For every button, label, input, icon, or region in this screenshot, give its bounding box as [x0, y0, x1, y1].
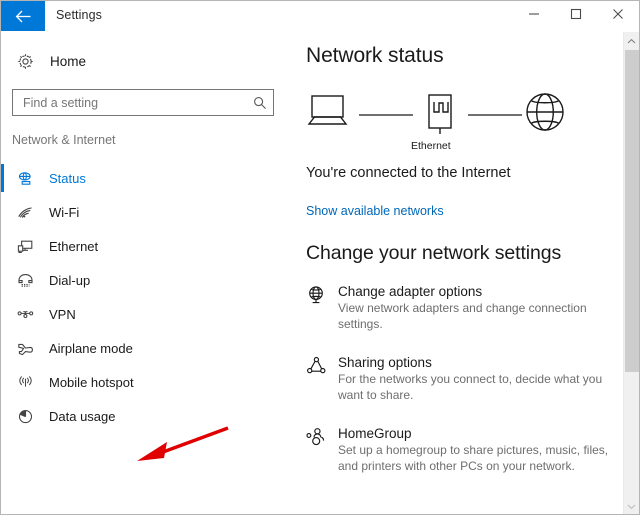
minimize-button[interactable]: [513, 1, 555, 31]
ethernet-icon: [17, 238, 42, 255]
sidebar-item-label: Data usage: [49, 408, 116, 424]
sidebar-item-ethernet[interactable]: Ethernet: [1, 229, 296, 263]
dialup-phone-icon: [17, 272, 42, 289]
ethernet-port-icon: [428, 94, 452, 134]
show-available-networks-link[interactable]: Show available networks: [306, 204, 444, 218]
homegroup-icon: [306, 425, 338, 474]
content-area: Home Network & Internet: [1, 32, 639, 514]
maximize-icon: [570, 7, 582, 25]
main-panel: Network status Ethernet You're connected…: [296, 32, 639, 514]
setting-title: Change adapter options: [338, 284, 483, 299]
chevron-up-icon: [627, 32, 636, 50]
wifi-icon: [17, 204, 42, 221]
sidebar-item-data-usage[interactable]: Data usage: [1, 399, 296, 433]
sidebar-item-airplane-mode[interactable]: Airplane mode: [1, 331, 296, 365]
laptop-icon: [307, 95, 348, 125]
setting-title: HomeGroup: [338, 426, 412, 441]
sharing-nodes-icon: [306, 354, 338, 403]
vertical-scrollbar[interactable]: [623, 32, 639, 514]
page-title: Network status: [306, 44, 444, 67]
title-bar: Settings: [1, 1, 639, 32]
setting-description: For the networks you connect to, decide …: [338, 372, 603, 402]
sidebar-item-vpn[interactable]: VPN: [1, 297, 296, 331]
scroll-down-button[interactable]: [624, 497, 639, 514]
settings-list: Change adapter options View network adap…: [306, 283, 639, 474]
section-title: Change your network settings: [306, 242, 562, 264]
setting-homegroup[interactable]: HomeGroup Set up a homegroup to share pi…: [306, 425, 639, 474]
network-status-icon: [17, 170, 42, 187]
maximize-button[interactable]: [555, 1, 597, 31]
sidebar-item-label: Dial-up: [49, 272, 91, 288]
scrollbar-thumb[interactable]: [625, 50, 639, 372]
airplane-icon: [17, 340, 42, 357]
vpn-icon: [17, 306, 42, 323]
sidebar-item-label: Mobile hotspot: [49, 374, 134, 390]
sidebar-nav-list: Status Wi-Fi Ethernet Dial-up VPN Airpla…: [1, 161, 296, 433]
sidebar-item-label: Airplane mode: [49, 340, 133, 356]
search-input[interactable]: [13, 90, 247, 115]
sidebar-item-status[interactable]: Status: [1, 161, 296, 195]
sidebar-home-label: Home: [50, 53, 87, 69]
scroll-up-button[interactable]: [624, 32, 639, 49]
sidebar-item-wifi[interactable]: Wi-Fi: [1, 195, 296, 229]
diagram-adapter-caption: Ethernet: [411, 140, 451, 152]
sidebar-item-home[interactable]: Home: [1, 43, 296, 79]
setting-description: Set up a homegroup to share pictures, mu…: [338, 443, 609, 473]
sidebar-item-dialup[interactable]: Dial-up: [1, 263, 296, 297]
sidebar-item-label: Wi-Fi: [49, 204, 80, 220]
window-title: Settings: [56, 8, 102, 22]
setting-description: View network adapters and change connect…: [338, 301, 587, 331]
chevron-down-icon: [627, 497, 636, 515]
sidebar-item-mobile-hotspot[interactable]: Mobile hotspot: [1, 365, 296, 399]
back-button[interactable]: [1, 1, 45, 31]
sidebar-item-label: VPN: [49, 306, 76, 322]
sidebar-item-label: Ethernet: [49, 238, 99, 254]
pie-chart-icon: [17, 408, 42, 425]
search-box[interactable]: [12, 89, 274, 116]
settings-window: Settings Home Find a setting Network & I…: [0, 0, 640, 515]
close-icon: [612, 7, 624, 25]
setting-sharing-options[interactable]: Sharing options For the networks you con…: [306, 354, 639, 403]
network-diagram: Ethernet: [306, 87, 566, 159]
hotspot-icon: [17, 374, 42, 391]
close-button[interactable]: [597, 1, 639, 31]
window-controls: [513, 1, 639, 31]
minimize-icon: [528, 7, 540, 25]
search-icon[interactable]: [247, 90, 273, 115]
selection-indicator: [1, 164, 4, 192]
setting-title: Sharing options: [338, 355, 432, 370]
sidebar: Home Network & Internet: [1, 32, 296, 514]
globe-icon: [526, 93, 564, 131]
connection-status-text: You're connected to the Internet: [306, 165, 511, 181]
setting-change-adapter-options[interactable]: Change adapter options View network adap…: [306, 283, 639, 332]
gear-icon: [17, 53, 43, 70]
globe-adapter-icon: [306, 283, 338, 332]
arrow-left-icon: [15, 10, 32, 23]
sidebar-category-label: Network & Internet: [12, 133, 116, 147]
sidebar-item-label: Status: [49, 170, 86, 186]
